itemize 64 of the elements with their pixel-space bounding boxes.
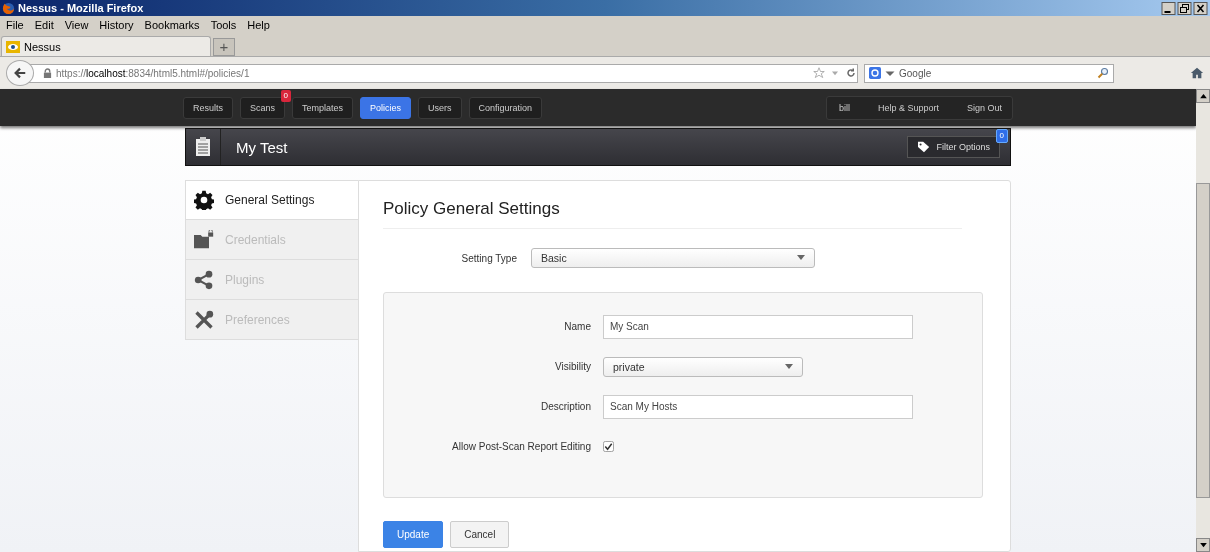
home-icon[interactable] bbox=[1190, 66, 1204, 80]
nav-tab[interactable]: Results bbox=[183, 96, 233, 119]
user-link[interactable]: bill bbox=[838, 99, 850, 116]
menu-item[interactable]: Bookmarks bbox=[144, 19, 200, 31]
user-link[interactable]: Sign Out bbox=[966, 99, 1002, 116]
nav-tab[interactable]: Templates bbox=[292, 96, 354, 119]
clipboard-icon bbox=[195, 137, 211, 157]
nav-tab[interactable]: Users bbox=[418, 96, 462, 119]
browser-tab[interactable]: Nessus bbox=[1, 36, 211, 56]
new-tab-button[interactable]: + bbox=[213, 38, 235, 56]
panel-title: Policy General Settings bbox=[383, 181, 962, 229]
eye-icon bbox=[6, 40, 20, 53]
star-icon[interactable] bbox=[813, 67, 825, 79]
visibility-select[interactable]: private bbox=[603, 356, 803, 377]
window-title: Nessus - Mozilla Firefox bbox=[18, 2, 145, 14]
input-field[interactable]: My Scan bbox=[603, 314, 913, 339]
sidebar-item[interactable]: General Settings bbox=[185, 180, 359, 220]
search-icon[interactable] bbox=[1097, 67, 1109, 79]
reload-icon[interactable] bbox=[845, 67, 857, 79]
setting-type-select[interactable]: Basic bbox=[531, 248, 815, 268]
gear-icon bbox=[194, 190, 214, 210]
search-engine-icon bbox=[869, 67, 881, 79]
tools-icon bbox=[194, 309, 214, 330]
menu-item[interactable]: Tools bbox=[210, 19, 237, 31]
back-arrow-icon bbox=[13, 66, 27, 80]
back-button[interactable] bbox=[6, 60, 34, 86]
page-title: My Test bbox=[236, 138, 289, 156]
scroll-up-icon[interactable] bbox=[1199, 93, 1207, 99]
close-icon[interactable] bbox=[1193, 1, 1208, 15]
field-label: Name bbox=[563, 321, 591, 332]
filter-options-button[interactable]: Filter Options bbox=[907, 136, 1000, 158]
cancel-button[interactable]: Cancel bbox=[450, 521, 510, 548]
menu-item[interactable]: File bbox=[6, 19, 24, 31]
user-link[interactable]: Help & Support bbox=[877, 99, 939, 116]
address-bar[interactable]: https://localhost:8834/html5.html#/policies/1 bbox=[28, 63, 858, 83]
tab-label: Nessus bbox=[24, 40, 61, 53]
url-text: https://localhost:8834/html5.html#/policies/1 bbox=[56, 67, 251, 79]
nav-tab[interactable]: Configuration bbox=[468, 96, 543, 119]
field-label: Allow Post-Scan Report Editing bbox=[451, 441, 591, 452]
count-badge: 0 bbox=[280, 89, 292, 102]
checkbox[interactable] bbox=[603, 441, 614, 452]
field-label: Setting Type bbox=[460, 252, 517, 264]
share-icon bbox=[194, 269, 214, 290]
menu-item[interactable]: History bbox=[99, 19, 134, 31]
menu-item[interactable]: Help bbox=[247, 19, 270, 31]
lock-icon bbox=[43, 67, 52, 79]
menu-item[interactable]: Edit bbox=[34, 19, 54, 31]
scrollbar[interactable] bbox=[1196, 89, 1210, 552]
caret-icon bbox=[785, 363, 793, 370]
tag-icon bbox=[917, 141, 932, 153]
menu-item[interactable]: View bbox=[64, 19, 89, 31]
folder-lock-icon bbox=[194, 229, 214, 250]
update-button[interactable]: Update bbox=[383, 521, 444, 548]
field-label: Description bbox=[539, 401, 591, 412]
scroll-down-icon[interactable] bbox=[1199, 542, 1207, 548]
input-field[interactable]: Scan My Hosts bbox=[603, 394, 913, 419]
restore-icon[interactable] bbox=[1177, 1, 1192, 15]
search-bar[interactable]: Google bbox=[864, 63, 1114, 83]
nav-tab[interactable]: Policies bbox=[360, 96, 412, 119]
minimize-icon[interactable] bbox=[1161, 1, 1176, 15]
caret-icon bbox=[797, 255, 805, 261]
count-badge: 0 bbox=[995, 129, 1008, 143]
field-label: Visibility bbox=[554, 361, 591, 372]
browser-logo-icon bbox=[2, 1, 15, 15]
